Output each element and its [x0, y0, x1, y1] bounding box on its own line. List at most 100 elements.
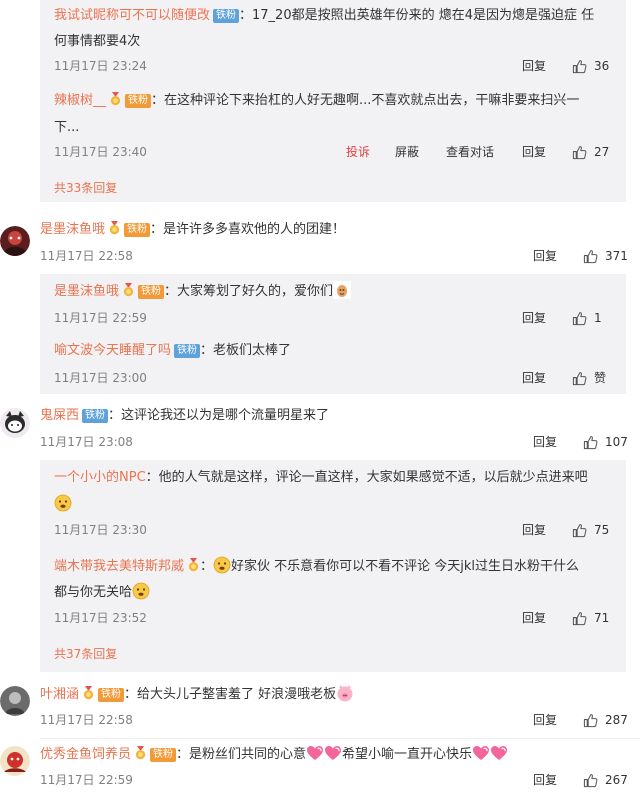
comment-item: 叶湘涵 铁粉 ：给大头儿子整害羞了 好浪漫哦老板 11月17日 22:58 回复 2… [0, 682, 640, 738]
like-count: 287 [605, 713, 628, 727]
avatar[interactable] [0, 746, 30, 776]
reply-item: 端木带我去美特斯邦威：好家伙 不乐意看你可以不看不评论 今天jkl过生日水粉干什… [40, 546, 626, 634]
avatar[interactable] [0, 408, 30, 438]
comment-username[interactable]: 叶湘涵 [40, 687, 79, 702]
comment-item: 鬼屎西 铁粉 ：这评论我还以为是哪个流量明星来了 11月17日 23:08 回复 1… [0, 404, 640, 674]
thumbs-up-icon [583, 435, 598, 450]
reply-username[interactable]: 是墨沫鱼哦 [54, 284, 119, 299]
reply-item: 一个小小的NPC：他的人气就是这样，评论一直这样，大家如果感觉不适，以后就少点进… [40, 460, 626, 546]
reply-username[interactable]: 端木带我去美特斯邦威 [54, 559, 184, 574]
like-button[interactable]: 75 [572, 522, 609, 538]
reply-username[interactable]: 一个小小的NPC [54, 470, 146, 485]
pig-face-icon [337, 685, 353, 702]
heart-icon [324, 744, 342, 762]
reply-text: ：老板们太棒了 [200, 343, 292, 358]
reply-text: 好家伙 不乐意看你可以不看不评论 今天jkl过生日水粉干什么 [231, 559, 580, 574]
reply-text-cont: 都与你无关哈 [54, 585, 133, 600]
comment-text: ：这评论我还以为是哪个流量明星来了 [108, 408, 330, 423]
reply-username[interactable]: 辣椒树__ [54, 93, 106, 108]
like-count: 1 [594, 311, 602, 325]
thumbs-up-icon [572, 371, 587, 386]
fan-badge: 铁粉 [150, 748, 177, 762]
heart-icon [490, 744, 508, 762]
reply-button[interactable]: 回复 [522, 58, 546, 74]
comment-text: ：是许许多多喜欢他的人的团建！ [150, 222, 346, 237]
comment-username[interactable]: 优秀金鱼饲养员 [40, 747, 131, 762]
like-button[interactable]: 107 [583, 434, 628, 450]
reply-text: ：大家筹划了好久的，爱你们 [164, 284, 334, 299]
like-count: 71 [594, 611, 610, 625]
medal-icon [187, 558, 200, 572]
thumbs-up-icon [583, 249, 598, 264]
thumbs-up-icon [572, 311, 587, 326]
scared-face-icon [132, 582, 150, 600]
fan-badge: 铁粉 [213, 9, 240, 23]
reply-button[interactable]: 回复 [533, 772, 557, 788]
reply-timestamp: 11月17日 23:24 [54, 59, 147, 73]
reply-button[interactable]: 回复 [522, 370, 546, 386]
reply-button[interactable]: 回复 [522, 522, 546, 538]
reply-item: 辣椒树__ 铁粉 ：在这种评论下来抬杠的人好无趣啊...不喜欢就点出去，干嘛非要来扫… [40, 86, 626, 172]
divider [40, 738, 640, 739]
thumbs-up-icon [572, 523, 587, 538]
comment-text-cont: 希望小喻一直开心快乐 [342, 747, 473, 762]
fan-badge: 铁粉 [125, 94, 152, 108]
reply-text-cont: 下... [54, 120, 80, 135]
reply-item: 我试试昵称可不可以随便改 铁粉 ：17_20都是按照出英雄年份来的 熜在4是因为熜是… [40, 0, 626, 86]
reply-text-cont: 何事情都要4次 [54, 34, 141, 49]
avatar[interactable] [0, 226, 30, 256]
comment-username[interactable]: 鬼屎西 [40, 408, 79, 423]
like-count: 107 [605, 435, 628, 449]
comment-timestamp: 11月17日 23:08 [40, 435, 133, 449]
reply-username[interactable]: 我试试昵称可不可以随便改 [54, 8, 210, 23]
like-button[interactable]: 71 [572, 610, 609, 626]
like-count: 371 [605, 249, 628, 263]
thumbs-up-icon [572, 59, 587, 74]
comment-item: 优秀金鱼饲养员 铁粉 ：是粉丝们共同的心意 希望小喻一直开心快乐 11月17日 22:… [0, 742, 640, 792]
thumbs-up-icon [572, 611, 587, 626]
like-button[interactable]: 287 [583, 712, 628, 728]
reply-button[interactable]: 回复 [522, 610, 546, 626]
more-replies-link[interactable]: 共33条回复 [54, 180, 117, 196]
like-button[interactable]: 371 [583, 248, 628, 264]
reply-item: 喻文波今天睡醒了吗 铁粉 ：老板们太棒了 11月17日 23:00 回复 赞 [40, 334, 626, 394]
reply-button[interactable]: 回复 [533, 434, 557, 450]
reply-timestamp: 11月17日 22:59 [54, 311, 147, 325]
like-button[interactable]: 27 [572, 144, 609, 160]
comment-timestamp: 11月17日 22:59 [40, 773, 133, 787]
comment-text: ：给大头儿子整害羞了 好浪漫哦老板 [124, 687, 337, 702]
reply-box: 我试试昵称可不可以随便改 铁粉 ：17_20都是按照出英雄年份来的 熜在4是因为熜是… [40, 0, 626, 202]
reply-timestamp: 11月17日 23:30 [54, 523, 147, 537]
avatar[interactable] [0, 686, 30, 716]
reply-button[interactable]: 回复 [533, 248, 557, 264]
heart-icon [306, 744, 324, 762]
comment-text: ：是粉丝们共同的心意 [176, 747, 307, 762]
reply-timestamp: 11月17日 23:00 [54, 371, 147, 385]
view-thread-button[interactable]: 查看对话 [446, 144, 494, 160]
like-button[interactable]: 赞 [572, 370, 606, 386]
reply-timestamp: 11月17日 23:52 [54, 611, 147, 625]
fan-badge: 铁粉 [98, 688, 125, 702]
block-button[interactable]: 屏蔽 [395, 144, 419, 160]
reply-text: ：他的人气就是这样，评论一直这样，大家如果感觉不适，以后就少点进来吧 [145, 470, 588, 485]
reply-username[interactable]: 喻文波今天睡醒了吗 [54, 343, 171, 358]
reply-button[interactable]: 回复 [522, 144, 546, 160]
like-button[interactable]: 267 [583, 772, 628, 788]
medal-icon [134, 746, 147, 760]
medal-icon [108, 221, 121, 235]
comment-username[interactable]: 是墨沫鱼哦 [40, 222, 105, 237]
comment-timestamp: 11月17日 22:58 [40, 713, 133, 727]
reply-box: 是墨沫鱼哦 铁粉 ：大家筹划了好久的，爱你们 11月17日 22:59 回复 1 喻… [40, 274, 626, 394]
reply-text: ：17_20都是按照出英雄年份来的 熜在4是因为熜是强迫症 任 [239, 8, 595, 23]
medal-icon [109, 92, 122, 106]
like-count: 75 [594, 523, 610, 537]
reply-button[interactable]: 回复 [533, 712, 557, 728]
comment-item: 是墨沫鱼哦 铁粉 ：是许许多多喜欢他的人的团建！ 11月17日 22:58 回复 3… [0, 216, 640, 396]
like-button[interactable]: 36 [572, 58, 609, 74]
more-replies-link[interactable]: 共37条回复 [54, 646, 117, 662]
like-button[interactable]: 1 [572, 310, 602, 326]
report-button[interactable]: 投诉 [346, 144, 370, 160]
like-count: 赞 [594, 371, 607, 385]
heart-icon [472, 744, 490, 762]
reply-button[interactable]: 回复 [522, 310, 546, 326]
